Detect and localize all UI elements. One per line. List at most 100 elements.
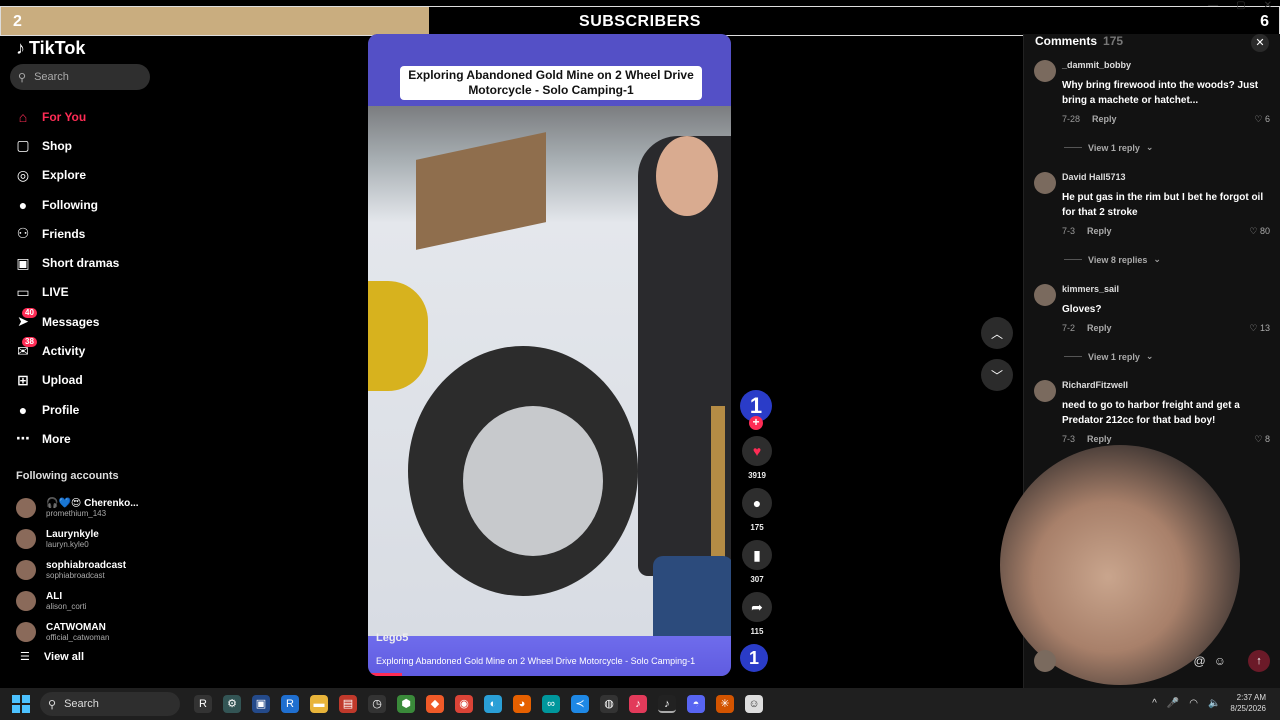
chevron-up-icon[interactable]: ^	[1152, 698, 1157, 709]
folder-icon[interactable]: ▬	[310, 695, 328, 713]
view-replies-label: View 1 reply	[1088, 351, 1140, 362]
video-player[interactable]: Exploring Abandoned Gold Mine on 2 Wheel…	[368, 34, 731, 676]
following-account[interactable]: 🎧💙😍 Cherenko... promethium_143	[16, 492, 139, 523]
send-comment-button[interactable]: ↑	[1248, 650, 1270, 672]
clock-app-icon[interactable]: ◷	[368, 695, 386, 713]
obs-icon[interactable]: ◍	[600, 695, 618, 713]
arduino-icon[interactable]: ∞	[542, 695, 560, 713]
vscode-icon[interactable]: ≺	[571, 695, 589, 713]
reply-button[interactable]: Reply	[1087, 226, 1112, 236]
live-icon: ▭	[16, 283, 30, 300]
avatar	[16, 559, 36, 580]
security-icon[interactable]: ⬢	[397, 695, 415, 713]
discord-icon[interactable]: ◓	[687, 695, 705, 713]
follow-plus-icon[interactable]: +	[749, 416, 763, 430]
sidebar-item-label: Shop	[42, 138, 72, 153]
reply-button[interactable]: Reply	[1087, 434, 1112, 444]
sidebar-item-more[interactable]: ⋯ More	[14, 424, 119, 453]
commenter-avatar[interactable]	[1034, 284, 1056, 306]
chat-app-icon[interactable]: ☺	[745, 695, 763, 713]
remote-icon[interactable]: R	[281, 695, 299, 713]
sidebar-item-for-you[interactable]: ⌂ For You	[14, 102, 119, 131]
account-handle: promethium_143	[46, 508, 107, 518]
sidebar-item-label: For You	[42, 109, 87, 124]
commenter-avatar[interactable]	[1034, 60, 1056, 82]
sidebar-item-upload[interactable]: ⊞ Upload	[14, 366, 119, 395]
sidebar-item-shop[interactable]: ▢ Shop	[14, 131, 119, 160]
search-input[interactable]: ⚲ Search	[10, 64, 150, 90]
like-button[interactable]: ♥ 3919	[740, 436, 774, 480]
comment-like-button[interactable]: ♡ 80	[1249, 226, 1270, 237]
edge-icon[interactable]: ◐	[484, 695, 502, 713]
terminal-icon[interactable]: R	[194, 695, 212, 713]
creator-avatar[interactable]: 1 +	[740, 390, 772, 430]
comment-text: Gloves?	[1062, 304, 1102, 315]
wifi-icon[interactable]: ◠	[1189, 698, 1198, 709]
taskbar-search[interactable]: ⚲ Search	[40, 692, 180, 716]
comment-like-button[interactable]: ♡ 6	[1254, 114, 1270, 125]
view-all-button[interactable]: ☰ View all	[20, 650, 84, 664]
commenter-avatar[interactable]	[1034, 172, 1056, 194]
sidebar-item-short-dramas[interactable]: ▣ Short dramas	[14, 248, 119, 277]
following-account[interactable]: ALI alison_corti	[16, 585, 139, 616]
sidebar-item-label: LIVE	[42, 285, 69, 300]
tiktok-logo[interactable]: ♪ TikTok	[16, 38, 85, 59]
sidebar-item-live[interactable]: ▭ LIVE	[14, 278, 119, 307]
reply-button[interactable]: Reply	[1092, 114, 1117, 124]
comment-like-button[interactable]: ♡ 8	[1254, 434, 1270, 445]
commenter-name[interactable]: RichardFitzwell	[1062, 380, 1128, 390]
view-replies-button[interactable]: View 1 reply ⌄	[1064, 351, 1153, 362]
previous-video-button[interactable]: ︿	[981, 317, 1013, 349]
view-replies-button[interactable]: View 1 reply ⌄	[1064, 142, 1153, 153]
close-comments-button[interactable]: ✕	[1251, 34, 1269, 52]
commenter-name[interactable]: kimmers_sail	[1062, 284, 1119, 294]
next-video-button[interactable]: ﹀	[981, 359, 1013, 391]
taskbar-clock[interactable]: 2:37 AM 8/25/2026	[1230, 692, 1266, 714]
comment-like-button[interactable]: ♡ 13	[1249, 323, 1270, 334]
reply-button[interactable]: Reply	[1087, 323, 1112, 333]
music-disc-icon[interactable]: 1	[740, 644, 768, 672]
bookmark-button[interactable]: ▮ 307	[740, 540, 774, 584]
comment-count: 175	[750, 523, 764, 532]
following-account[interactable]: Laurynkyle lauryn.kyle0	[16, 523, 139, 554]
speaker-icon[interactable]: 🔈	[1208, 698, 1220, 709]
monitor-icon[interactable]: ▣	[252, 695, 270, 713]
emoji-icon[interactable]: ☺	[1214, 654, 1226, 668]
bookmark-count: 307	[750, 575, 764, 584]
share-button[interactable]: ➦ 115	[740, 592, 774, 636]
following-account[interactable]: CATWOMAN official_catwoman	[16, 616, 139, 647]
maximize-icon[interactable]: ▢	[1236, 0, 1245, 11]
comment-button[interactable]: ● 175	[740, 488, 774, 532]
comment-date: 7-2	[1062, 323, 1076, 333]
following-account[interactable]: sophiabroadcast sophiabroadcast	[16, 554, 139, 585]
creator-name[interactable]: Lego5	[376, 632, 408, 644]
asterisk-app-icon[interactable]: ✳	[716, 695, 734, 713]
commenter-name[interactable]: _dammit_bobby	[1062, 60, 1131, 70]
news-icon[interactable]: ▤	[339, 695, 357, 713]
sidebar-item-friends[interactable]: ⚇ Friends	[14, 219, 119, 248]
view-replies-button[interactable]: View 8 replies ⌄	[1064, 254, 1161, 265]
sidebar-item-activity[interactable]: ✉ 38 Activity	[14, 336, 119, 365]
comment-text: Why bring firewood into the woods? Just …	[1062, 80, 1259, 106]
tiktok-icon[interactable]: ♪	[629, 695, 647, 713]
network-icon[interactable]: ⚙	[223, 695, 241, 713]
comment-text: He put gas in the rim but I bet he forgo…	[1062, 192, 1264, 218]
commenter-avatar[interactable]	[1034, 380, 1056, 402]
firefox-icon[interactable]: ◕	[513, 695, 531, 713]
mention-icon[interactable]: @	[1194, 654, 1206, 668]
minimize-icon[interactable]: —	[1208, 0, 1218, 11]
sidebar-item-messages[interactable]: ➤ 40 Messages	[14, 307, 119, 336]
subscriber-title: SUBSCRIBERS	[579, 13, 701, 30]
microphone-icon[interactable]: 🎤	[1167, 698, 1179, 709]
windows-start-icon[interactable]	[12, 695, 30, 713]
tiktok-active-icon[interactable]: ♪	[658, 695, 676, 713]
main-nav: ⌂ For You ▢ Shop ◎ Explore ● Following ⚇ Friends ▣…	[14, 102, 119, 454]
sidebar-item-profile[interactable]: ● Profile	[14, 395, 119, 424]
video-progress-bar[interactable]	[368, 673, 402, 676]
sidebar-item-following[interactable]: ● Following	[14, 190, 119, 219]
commenter-name[interactable]: David Hall5713	[1062, 172, 1126, 182]
sidebar-item-explore[interactable]: ◎ Explore	[14, 161, 119, 190]
brave-icon[interactable]: ◆	[426, 695, 444, 713]
close-icon[interactable]: ✕	[1264, 0, 1272, 11]
chrome-icon[interactable]: ◉	[455, 695, 473, 713]
